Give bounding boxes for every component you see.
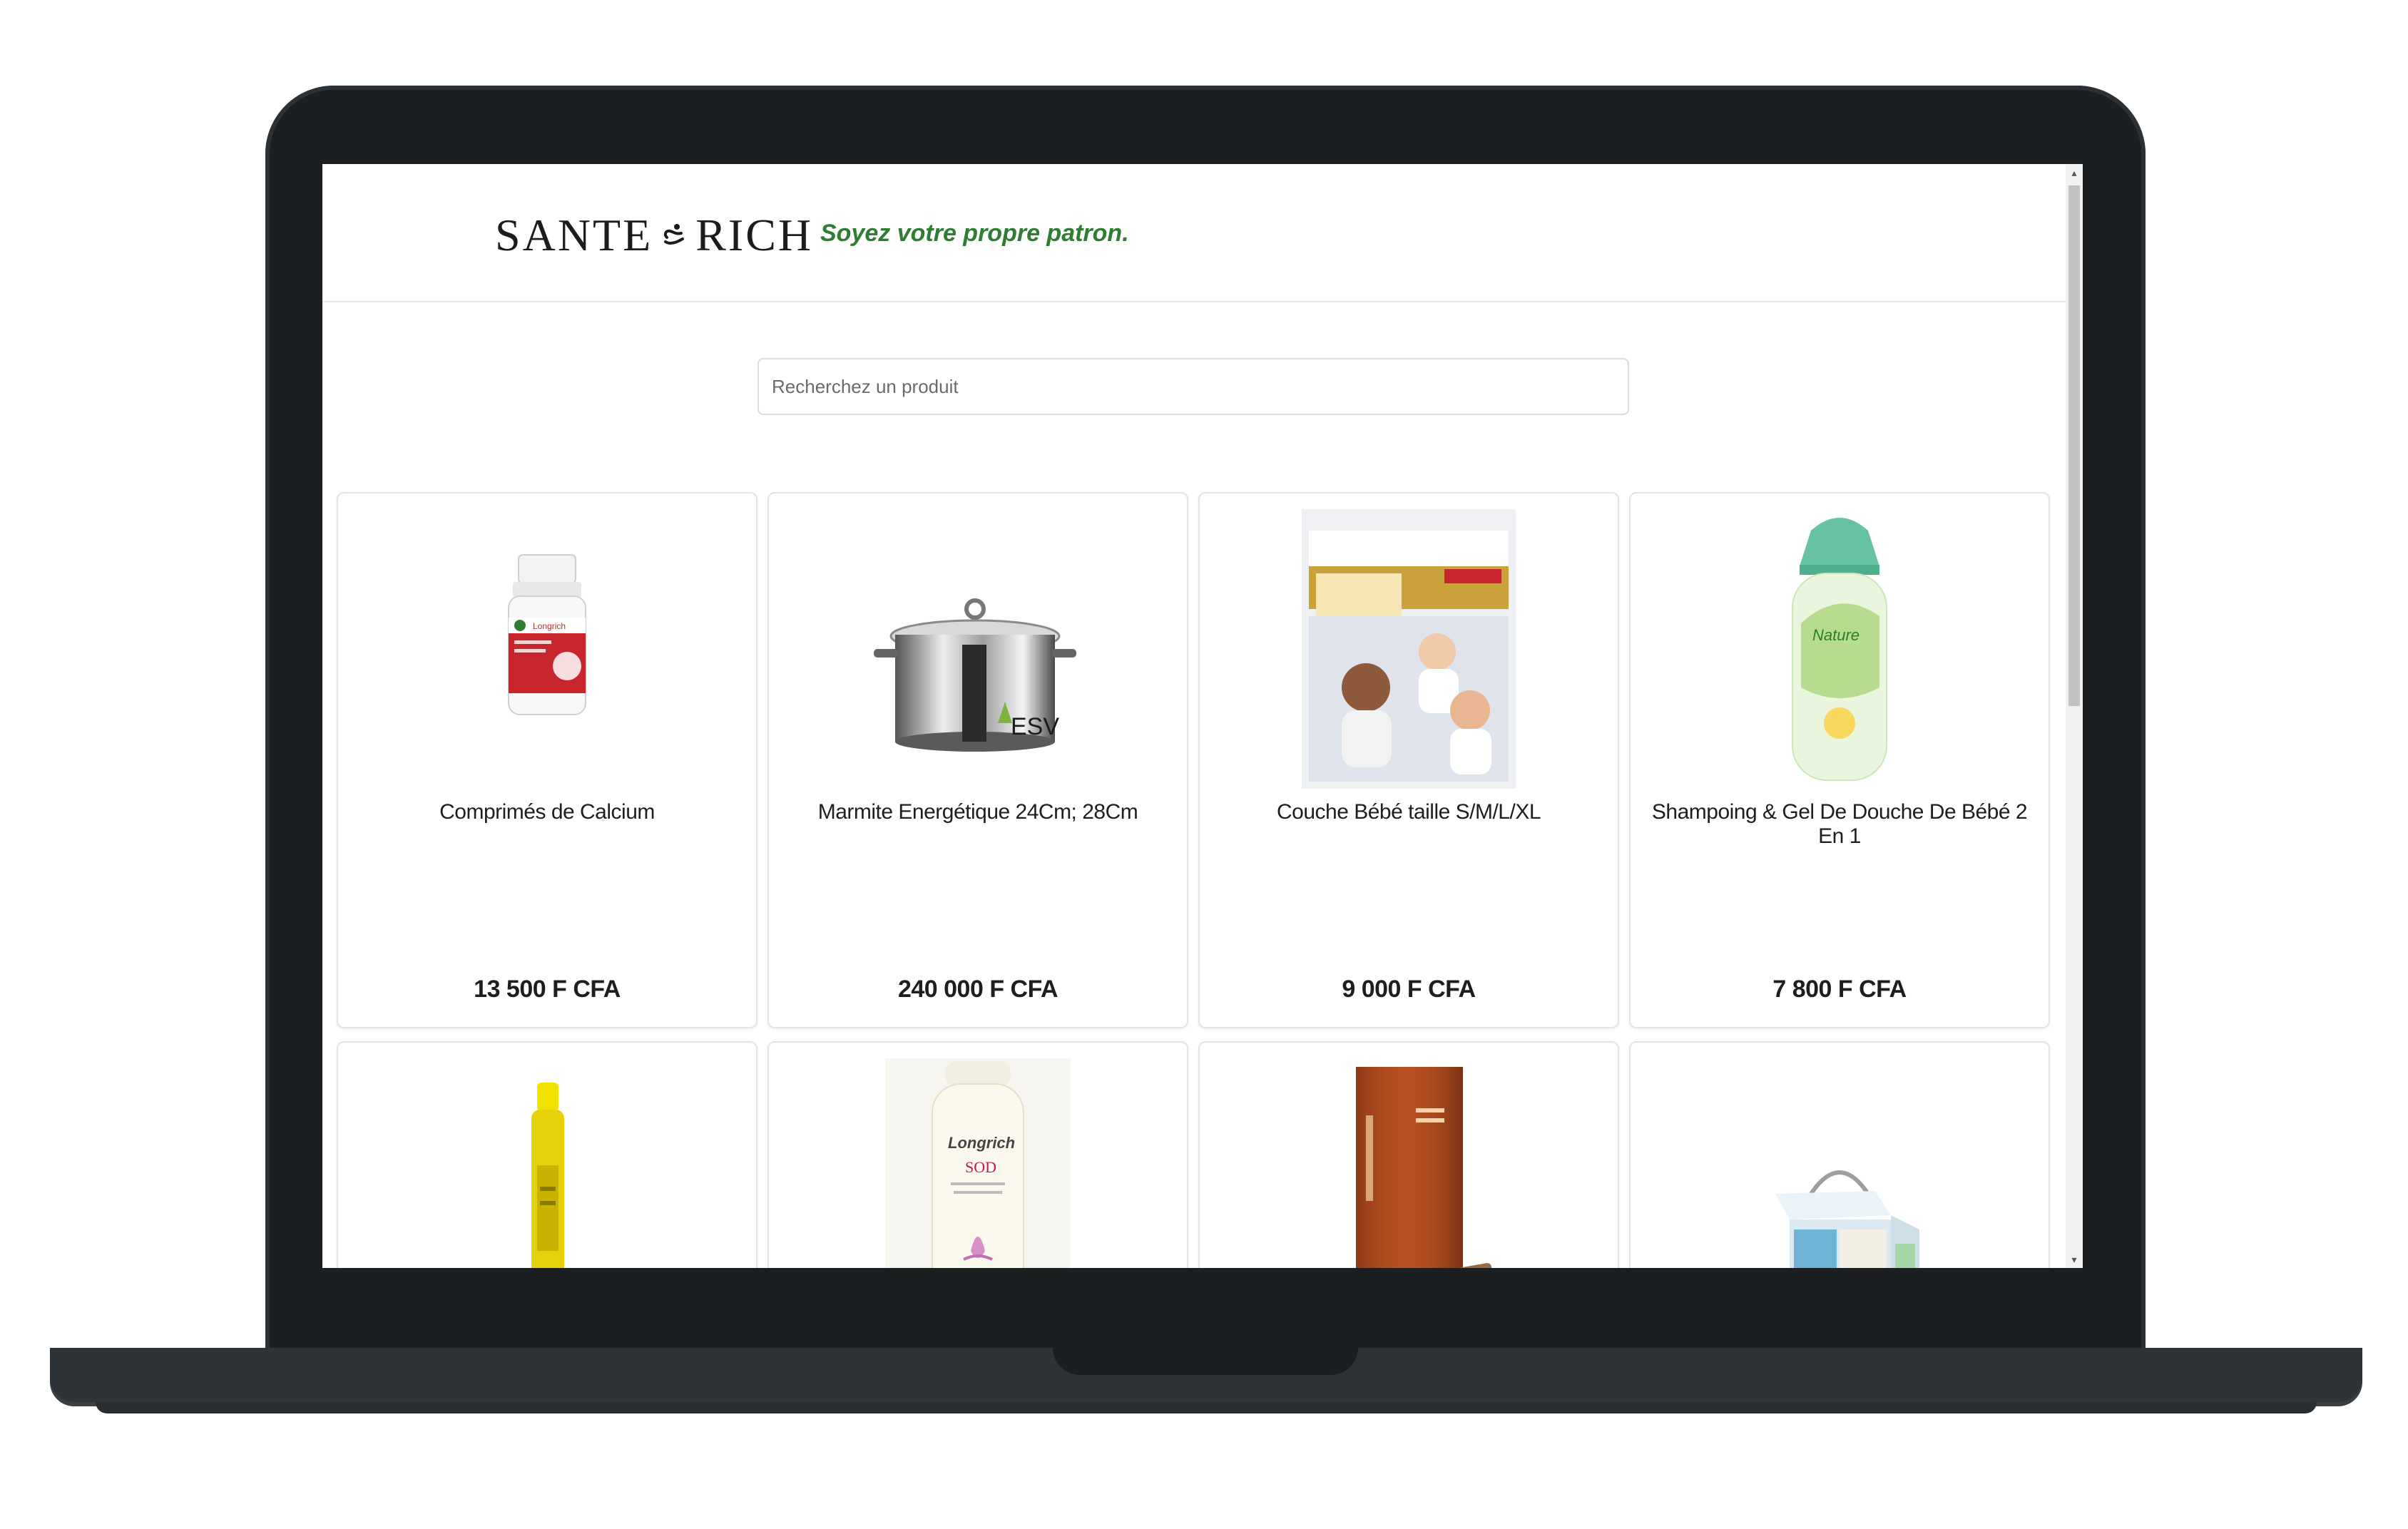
product-card[interactable] — [337, 1041, 757, 1268]
yellow-tube-icon — [440, 1058, 654, 1268]
product-card[interactable]: Longrich SOD — [767, 1041, 1188, 1268]
product-name: Shampoing & Gel De Douche De Bébé 2 En 1 — [1651, 800, 2028, 848]
product-card[interactable] — [1629, 1041, 2050, 1268]
product-name: Couche Bébé taille S/M/L/XL — [1276, 800, 1541, 824]
coffee-box-icon — [1302, 1058, 1516, 1268]
svg-text:SOD: SOD — [965, 1158, 996, 1176]
svg-text:ESV: ESV — [1011, 713, 1059, 740]
browser-viewport: SANTE RICH Soyez votre propre patron. Re… — [322, 164, 2083, 1268]
calcium-bottle-icon: Longrich — [440, 509, 654, 789]
product-card[interactable]: ESV Marmite Energétique 24Cm; 28Cm 240 0… — [767, 492, 1188, 1028]
brand-tagline: Soyez votre propre patron. — [820, 220, 1129, 247]
svg-text:Nature: Nature — [1812, 626, 1859, 644]
diaper-pack-icon — [1302, 509, 1516, 789]
product-grid: Longrich Comprimés de Calcium 13 500 F C… — [337, 492, 2053, 1268]
site-header: SANTE RICH Soyez votre propre patron. — [322, 164, 2066, 302]
product-price: 7 800 F CFA — [1772, 976, 1907, 1003]
logo-text-right: RICH — [695, 210, 814, 260]
gift-box-icon — [1733, 1058, 1947, 1268]
product-name: Marmite Energétique 24Cm; 28Cm — [817, 800, 1138, 824]
product-card[interactable] — [1198, 1041, 1619, 1268]
product-name: Comprimés de Calcium — [439, 800, 655, 824]
baby-shampoo-bottle-icon: Nature — [1733, 509, 1947, 789]
product-card[interactable]: Longrich Comprimés de Calcium 13 500 F C… — [337, 492, 757, 1028]
laptop-base-foot — [96, 1402, 2317, 1413]
product-price: 13 500 F CFA — [474, 976, 621, 1003]
logo-text-left: SANTE — [495, 210, 653, 260]
brand-logo[interactable]: SANTE RICH — [495, 207, 813, 264]
product-card[interactable]: Couche Bébé taille S/M/L/XL 9 000 F CFA — [1198, 492, 1619, 1028]
cooking-pot-icon: ESV — [871, 509, 1085, 789]
logo-hands-icon — [664, 224, 685, 245]
product-card[interactable]: Nature Shampoing & Gel De Douche De Bébé… — [1629, 492, 2050, 1028]
svg-text:Longrich: Longrich — [533, 621, 566, 631]
scroll-up-icon[interactable]: ▴ — [2066, 164, 2083, 181]
lotion-bottle-icon: Longrich SOD — [871, 1058, 1085, 1268]
product-price: 9 000 F CFA — [1342, 976, 1476, 1003]
laptop-notch — [1053, 1348, 1358, 1375]
scrollbar-thumb[interactable] — [2068, 185, 2080, 706]
search-input[interactable] — [757, 358, 1629, 415]
scrollbar[interactable]: ▴ ▾ — [2066, 164, 2083, 1268]
product-price: 240 000 F CFA — [897, 976, 1058, 1003]
svg-text:Longrich: Longrich — [948, 1134, 1015, 1152]
scroll-down-icon[interactable]: ▾ — [2066, 1251, 2083, 1268]
